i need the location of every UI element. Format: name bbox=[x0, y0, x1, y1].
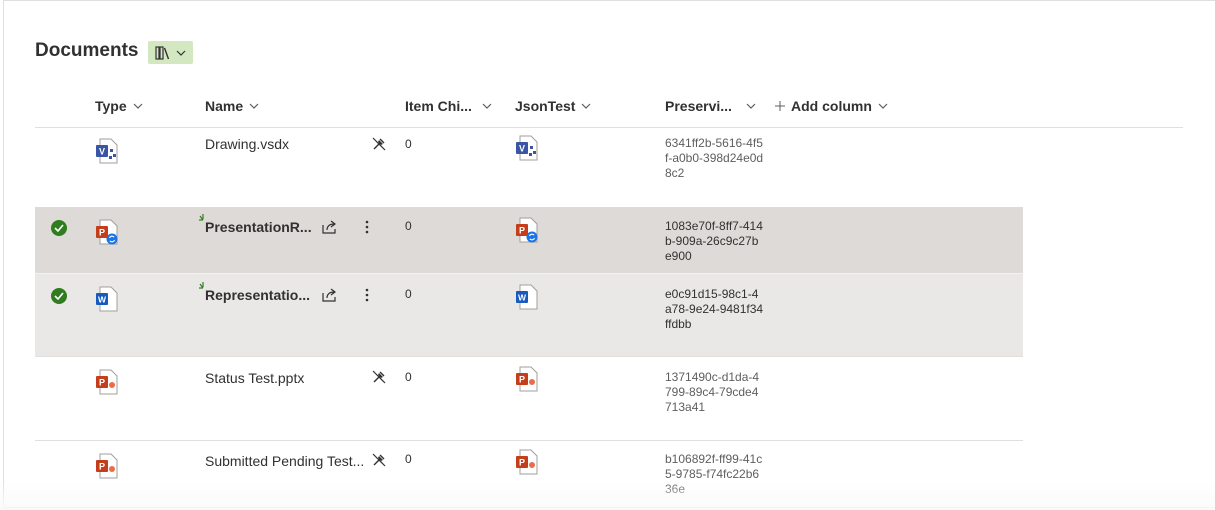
checked-out-icon bbox=[370, 135, 388, 153]
more-actions-button[interactable] bbox=[358, 218, 376, 236]
share-icon bbox=[322, 288, 336, 302]
item-child-count: 0 bbox=[405, 219, 412, 233]
item-child-count: 0 bbox=[405, 287, 412, 301]
table-row[interactable]: W Representatio... 0 W e0c91d15-98c1-4a7… bbox=[35, 274, 1023, 357]
visio-file-icon: V bbox=[96, 138, 118, 164]
visio-file-icon: V bbox=[516, 135, 538, 161]
powerpoint-sync-file-icon: P bbox=[96, 219, 118, 245]
file-name-link[interactable]: Status Test.pptx bbox=[205, 370, 365, 386]
more-vertical-icon bbox=[365, 220, 369, 234]
view-switcher-button[interactable] bbox=[148, 41, 193, 64]
page-title: Documents bbox=[35, 40, 139, 61]
file-name-link[interactable]: Drawing.vsdx bbox=[205, 136, 365, 152]
word-file-icon: W bbox=[96, 286, 118, 312]
file-name-link[interactable]: PresentationR... bbox=[205, 219, 315, 235]
column-header-label: JsonTest bbox=[515, 98, 576, 114]
column-header-label: Type bbox=[95, 98, 127, 114]
column-header-label: Item Chi... bbox=[405, 98, 472, 114]
svg-text:P: P bbox=[519, 226, 525, 236]
column-header-type[interactable]: Type bbox=[95, 98, 143, 114]
row-selected-check[interactable] bbox=[51, 288, 67, 304]
column-header-item-child[interactable]: Item Chi... bbox=[405, 98, 492, 114]
preserving-guid: 6341ff2b-5616-4f5f-a0b0-398d24e0d8c2 bbox=[665, 136, 764, 180]
svg-text:V: V bbox=[99, 147, 105, 157]
chevron-down-icon bbox=[878, 103, 888, 109]
plus-icon bbox=[775, 101, 785, 111]
powerpoint-file-icon: P bbox=[516, 449, 538, 475]
library-view-icon bbox=[155, 45, 170, 60]
powerpoint-sync-file-icon: P bbox=[516, 217, 538, 243]
share-button[interactable] bbox=[321, 218, 339, 236]
share-icon bbox=[322, 220, 336, 234]
table-row[interactable]: P Status Test.pptx 0 P 1371490c-d1da-479… bbox=[35, 357, 1023, 441]
table-row[interactable]: V Drawing.vsdx 0 V 6341ff2b-5616-4f5f-a0… bbox=[35, 128, 1023, 208]
checkmark-icon bbox=[54, 224, 64, 232]
add-column-button[interactable]: Add column bbox=[775, 98, 888, 114]
more-actions-button[interactable] bbox=[358, 286, 376, 304]
svg-text:P: P bbox=[99, 462, 105, 472]
column-header-label: Name bbox=[205, 98, 244, 114]
chevron-down-icon bbox=[746, 103, 756, 109]
checked-out-icon bbox=[370, 368, 388, 386]
checked-out-icon bbox=[370, 451, 388, 469]
word-file-icon: W bbox=[516, 284, 538, 310]
item-child-count: 0 bbox=[405, 370, 412, 384]
row-selected-check[interactable] bbox=[51, 220, 67, 236]
item-child-count: 0 bbox=[405, 137, 412, 151]
more-vertical-icon bbox=[365, 288, 369, 302]
svg-text:V: V bbox=[519, 144, 525, 154]
add-column-label: Add column bbox=[791, 98, 872, 114]
powerpoint-file-icon: P bbox=[96, 453, 118, 479]
chevron-down-icon bbox=[582, 103, 591, 109]
column-header-preserving[interactable]: Preservi... bbox=[665, 98, 756, 114]
share-button[interactable] bbox=[321, 286, 339, 304]
chevron-down-icon bbox=[176, 50, 186, 56]
column-header-label: Preservi... bbox=[665, 98, 732, 114]
column-header-row: Type Name Item Chi... JsonTest Preservi.… bbox=[35, 90, 1183, 128]
preserving-guid: 1083e70f-8ff7-414b-909a-26c9c27be900 bbox=[665, 219, 763, 263]
file-name-link[interactable]: Submitted Pending Test... bbox=[205, 453, 370, 469]
chevron-down-icon bbox=[249, 103, 259, 109]
svg-text:P: P bbox=[99, 378, 105, 388]
svg-text:P: P bbox=[519, 375, 525, 385]
file-name-link[interactable]: Representatio... bbox=[205, 287, 315, 303]
powerpoint-file-icon: P bbox=[516, 366, 538, 392]
svg-text:W: W bbox=[518, 293, 527, 303]
chevron-down-icon bbox=[482, 103, 492, 109]
powerpoint-file-icon: P bbox=[96, 369, 118, 395]
preserving-guid: 1371490c-d1da-4799-89c4-79cde4713a41 bbox=[665, 370, 760, 414]
preserving-guid: e0c91d15-98c1-4a78-9e24-9481f34ffdbb bbox=[665, 287, 764, 331]
checkmark-icon bbox=[54, 292, 64, 300]
item-child-count: 0 bbox=[405, 452, 412, 466]
chevron-down-icon bbox=[133, 103, 143, 109]
svg-text:W: W bbox=[98, 295, 107, 305]
table-row[interactable]: P PresentationR... 0 P 1083e70f-8ff7-414… bbox=[35, 207, 1023, 274]
scroll-fade-overlay bbox=[0, 480, 1215, 510]
column-header-jsontest[interactable]: JsonTest bbox=[515, 98, 591, 114]
svg-text:P: P bbox=[519, 458, 525, 468]
svg-text:P: P bbox=[99, 228, 105, 238]
column-header-name[interactable]: Name bbox=[205, 98, 259, 114]
